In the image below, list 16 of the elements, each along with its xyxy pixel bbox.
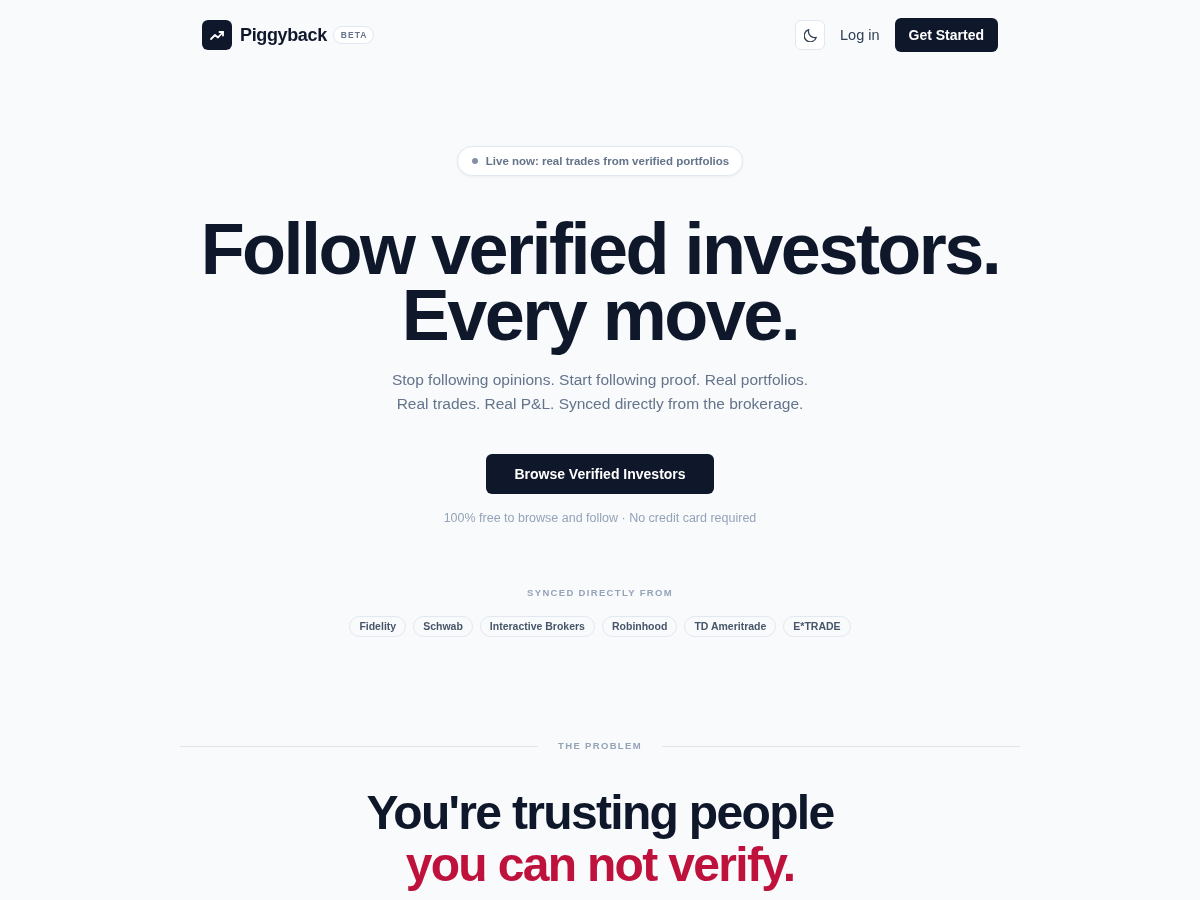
moon-icon [803, 28, 817, 42]
hero-heading: Follow verified investors. Every move. [200, 216, 1000, 357]
section-label: THE PROBLEM [558, 739, 642, 753]
trending-up-icon [202, 20, 232, 50]
announcement-text: Live now: real trades from verified portfolios [485, 155, 730, 167]
hero-subtitle: Stop following opinions. Start following proof. Real portfolios. Real trades. Real P&L. Synced directly from the brokerage. [390, 370, 810, 414]
login-link[interactable]: Log in [840, 27, 880, 43]
brokers-label: SYNCED DIRECTLY FROM [527, 586, 673, 600]
theme-toggle-button[interactable] [795, 20, 825, 50]
section-heading: You're trusting people you can not verify. [366, 787, 834, 893]
brand-name: Piggyback [240, 24, 327, 46]
beta-badge: BETA [332, 26, 375, 44]
pricing-note: 100% free to browse and follow · No credit card required [443, 510, 757, 527]
browse-investors-button[interactable]: Browse Verified Investors [486, 454, 714, 494]
get-started-button[interactable]: Get Started [894, 18, 998, 52]
status-dot-icon [471, 158, 478, 164]
